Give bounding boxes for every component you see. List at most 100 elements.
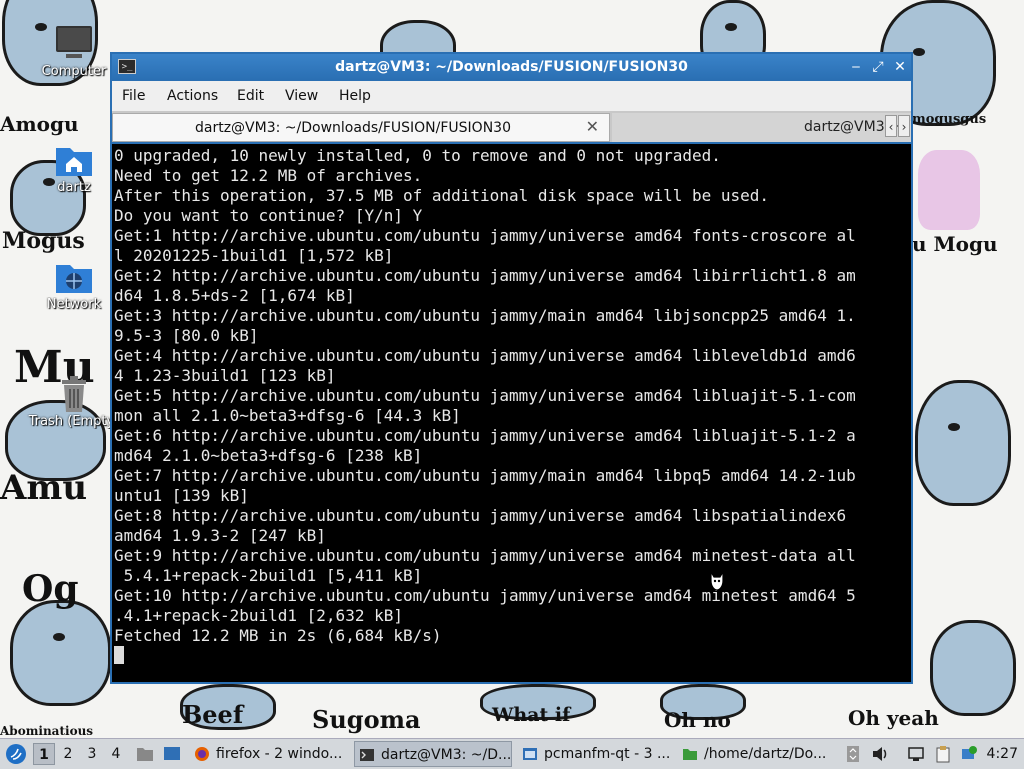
- terminal-line: Get:4 http://archive.ubuntu.com/ubuntu j…: [114, 346, 856, 365]
- terminal-line: d64 1.8.5+ds-2 [1,674 kB]: [114, 286, 355, 305]
- network-icon[interactable]: [907, 745, 925, 763]
- terminal-icon: [360, 749, 374, 761]
- volume-icon[interactable]: [871, 745, 889, 763]
- wallpaper-text: Mogus: [2, 228, 85, 254]
- terminal-line: After this operation, 37.5 MB of additio…: [114, 186, 770, 205]
- workspace-3-button[interactable]: 3: [81, 743, 103, 765]
- wallpaper-text: Amu: [0, 468, 88, 508]
- clipboard-icon[interactable]: [934, 745, 952, 763]
- folder-icon: [683, 749, 697, 760]
- desktop-icon-label: dartz: [57, 180, 91, 195]
- clock[interactable]: 4:27: [987, 739, 1018, 769]
- wallpaper-text: Beef: [182, 700, 244, 729]
- taskbar: 1 2 3 4 firefox - 2 windo... dartz@VM3: …: [0, 738, 1024, 769]
- wallpaper-text: Og: [22, 568, 79, 610]
- menu-file[interactable]: File: [122, 88, 145, 104]
- terminal-line: Get:10 http://archive.ubuntu.com/ubuntu …: [114, 586, 856, 605]
- desktop-icon: [164, 747, 180, 760]
- terminal-line: Get:9 http://archive.ubuntu.com/ubuntu j…: [114, 546, 856, 565]
- maximize-button[interactable]: ⤢: [869, 57, 887, 77]
- wallpaper-text: mogusgus: [912, 112, 987, 127]
- show-desktop-button[interactable]: [160, 739, 184, 769]
- firefox-icon: [195, 747, 209, 761]
- file-manager-icon: [523, 748, 537, 760]
- menu-view[interactable]: View: [285, 88, 318, 104]
- task-home-folder[interactable]: /home/dartz/Do...: [678, 741, 836, 767]
- tab-terminal-2[interactable]: dartz@VM3: ~/Downloads/FUSION/FUSION30: [612, 113, 911, 142]
- terminal-line: Get:8 http://archive.ubuntu.com/ubuntu j…: [114, 506, 847, 525]
- network-folder-icon: [54, 257, 94, 297]
- home-folder-icon: [54, 140, 94, 180]
- terminal-line: 0 upgraded, 10 newly installed, 0 to rem…: [114, 146, 721, 165]
- terminal-window: >_ dartz@VM3: ~/Downloads/FUSION/FUSION3…: [110, 52, 913, 684]
- menu-help[interactable]: Help: [339, 88, 371, 104]
- menu-actions[interactable]: Actions: [167, 88, 218, 104]
- workspace-4-button[interactable]: 4: [105, 743, 127, 765]
- task-label: dartz@VM3: ~/D...: [381, 747, 512, 763]
- workspace-2-button[interactable]: 2: [57, 743, 79, 765]
- terminal-line: amd64 1.9.3-2 [247 kB]: [114, 526, 326, 545]
- task-firefox[interactable]: firefox - 2 windo...: [190, 741, 348, 767]
- task-label: pcmanfm-qt - 3 ...: [544, 746, 671, 762]
- computer-icon: [54, 24, 94, 64]
- wallpaper-text: What if: [492, 704, 571, 726]
- wallpaper-text: Amogu: [0, 112, 79, 136]
- start-menu-button[interactable]: [3, 739, 29, 769]
- terminal-line: l 20201225-1build1 [1,572 kB]: [114, 246, 394, 265]
- terminal-line: Get:5 http://archive.ubuntu.com/ubuntu j…: [114, 386, 856, 405]
- tab-close-button[interactable]: ✕: [586, 117, 599, 136]
- terminal-line: mon all 2.1.0~beta3+dfsg-6 [44.3 kB]: [114, 406, 461, 425]
- desktop-icon-network[interactable]: Network: [24, 257, 124, 312]
- wallpaper-character: [915, 380, 1011, 506]
- terminal-line: Fetched 12.2 MB in 2s (6,684 kB/s): [114, 626, 442, 645]
- terminal-line: untu1 [139 kB]: [114, 486, 249, 505]
- window-titlebar[interactable]: >_ dartz@VM3: ~/Downloads/FUSION/FUSION3…: [112, 54, 911, 80]
- terminal-line: Get:7 http://archive.ubuntu.com/ubuntu j…: [114, 466, 856, 485]
- trash-icon: [54, 374, 94, 414]
- desktop-icon-home[interactable]: dartz: [24, 140, 124, 195]
- window-title: dartz@VM3: ~/Downloads/FUSION/FUSION30: [335, 59, 688, 75]
- menu-bar: File Actions Edit View Help: [112, 81, 911, 111]
- wallpaper-character: [10, 600, 111, 706]
- tab-label: dartz@VM3: ~/Downloads/FUSION/FUSION30: [195, 120, 511, 136]
- desktop-icon-trash[interactable]: Trash (Empty): [24, 374, 124, 429]
- wallpaper-text: u Mogu: [912, 232, 998, 256]
- wallpaper-text: Sugoma: [312, 705, 421, 734]
- terminal-line: 5.4.1+repack-2build1 [5,411 kB]: [114, 566, 423, 585]
- terminal-line: Need to get 12.2 MB of archives.: [114, 166, 423, 185]
- terminal-line: Get:6 http://archive.ubuntu.com/ubuntu j…: [114, 426, 856, 445]
- terminal-cursor: [114, 646, 124, 664]
- wallpaper-text: Oh yeah: [848, 706, 939, 730]
- tab-scroll-left-button[interactable]: ‹: [885, 115, 897, 137]
- desktop-icon-computer[interactable]: Computer: [24, 24, 124, 79]
- desktop-icon-label: Trash (Empty): [28, 414, 120, 429]
- terminal-line: Get:2 http://archive.ubuntu.com/ubuntu j…: [114, 266, 856, 285]
- file-manager-launcher[interactable]: [134, 739, 156, 769]
- terminal-output[interactable]: 0 upgraded, 10 newly installed, 0 to rem…: [112, 144, 911, 682]
- updates-icon[interactable]: [960, 745, 978, 763]
- folder-icon: [137, 748, 153, 761]
- tray-scroll-icon[interactable]: [844, 745, 862, 763]
- terminal-line: 9.5-3 [80.0 kB]: [114, 326, 259, 345]
- desktop-icon-label: Network: [46, 297, 102, 312]
- cat-cursor-icon: [708, 569, 726, 592]
- terminal-line: Get:3 http://archive.ubuntu.com/ubuntu j…: [114, 306, 856, 325]
- close-button[interactable]: ✕: [891, 57, 909, 77]
- tab-scroll-right-button[interactable]: ›: [898, 115, 910, 137]
- terminal-line: 4 1.23-3build1 [123 kB]: [114, 366, 336, 385]
- wallpaper-text: Oh no: [664, 708, 731, 732]
- tab-terminal-active[interactable]: dartz@VM3: ~/Downloads/FUSION/FUSION30 ✕: [112, 113, 610, 142]
- workspace-1-button[interactable]: 1: [33, 743, 55, 765]
- task-label: /home/dartz/Do...: [704, 746, 827, 762]
- terminal-line: Do you want to continue? [Y/n] Y: [114, 206, 423, 225]
- menu-edit[interactable]: Edit: [237, 88, 264, 104]
- terminal-line: md64 2.1.0~beta3+dfsg-6 [238 kB]: [114, 446, 423, 465]
- task-pcmanfm[interactable]: pcmanfm-qt - 3 ...: [518, 741, 672, 767]
- task-label: firefox - 2 windo...: [216, 746, 343, 762]
- minimize-button[interactable]: ‒: [847, 57, 865, 77]
- tab-bar: dartz@VM3: ~/Downloads/FUSION/FUSION30 ✕…: [112, 111, 911, 142]
- wallpaper-character: [930, 620, 1016, 716]
- wallpaper-anime-character: [918, 150, 980, 230]
- lubuntu-logo-icon: [6, 744, 26, 764]
- task-terminal[interactable]: dartz@VM3: ~/D...: [354, 741, 512, 767]
